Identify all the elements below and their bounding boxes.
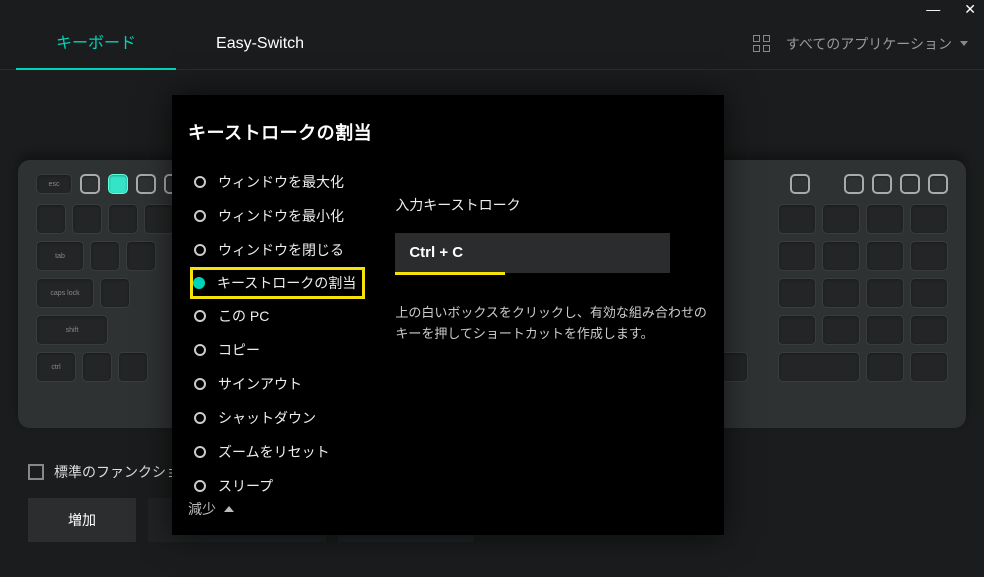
tab-keyboard[interactable]: キーボード [16, 18, 176, 70]
app-selector[interactable]: すべてのアプリケーション [786, 34, 968, 54]
radio-icon [194, 446, 206, 458]
radio-icon [194, 344, 206, 356]
app-selector-label: すべてのアプリケーション [786, 34, 952, 54]
option-keystroke-assignment[interactable]: キーストロークの割当 [190, 267, 365, 299]
option-maximize-window[interactable]: ウィンドウを最大化 [190, 165, 365, 199]
option-reset-zoom[interactable]: ズームをリセット [190, 435, 365, 469]
option-this-pc[interactable]: この PC [190, 299, 365, 333]
chevron-down-icon [960, 41, 968, 46]
option-minimize-window[interactable]: ウィンドウを最小化 [190, 199, 365, 233]
keystroke-assignment-modal: キーストロークの割当 ウィンドウを最大化 ウィンドウを最小化 ウィンドウを閉じる… [172, 95, 724, 535]
window-titlebar: — ✕ [0, 0, 984, 18]
radio-icon [194, 412, 206, 424]
top-nav: キーボード Easy-Switch すべてのアプリケーション [0, 18, 984, 70]
minimize-button[interactable]: — [926, 2, 940, 16]
input-label: 入力キーストローク [395, 195, 708, 215]
main-area: esc tab caps lock [0, 70, 984, 577]
radio-icon [193, 277, 205, 289]
checkbox-icon [28, 464, 44, 480]
radio-icon [194, 244, 206, 256]
option-close-window[interactable]: ウィンドウを閉じる [190, 233, 365, 267]
radio-icon [194, 480, 206, 492]
assignment-option-list: ウィンドウを最大化 ウィンドウを最小化 ウィンドウを閉じる キーストロークの割当… [188, 165, 365, 493]
input-help-text: 上の白いボックスをクリックし、有効な組み合わせのキーを押してショートカットを作成… [395, 303, 708, 345]
option-sign-out[interactable]: サインアウト [190, 367, 365, 401]
option-sleep[interactable]: スリープ [190, 469, 365, 493]
close-button[interactable]: ✕ [964, 2, 976, 16]
app-grid-icon[interactable] [753, 35, 770, 52]
option-shutdown[interactable]: シャットダウン [190, 401, 365, 435]
keystroke-input[interactable]: Ctrl + C [395, 233, 670, 273]
radio-icon [194, 310, 206, 322]
keystroke-input-pane: 入力キーストローク Ctrl + C 上の白いボックスをクリックし、有効な組み合… [395, 165, 708, 493]
option-copy[interactable]: コピー [190, 333, 365, 367]
collapse-label: 減少 [188, 499, 216, 519]
chevron-up-icon [224, 506, 234, 512]
collapse-button[interactable]: 減少 [188, 493, 708, 519]
radio-icon [194, 378, 206, 390]
radio-icon [194, 210, 206, 222]
tab-easy-switch[interactable]: Easy-Switch [176, 18, 344, 70]
modal-title: キーストロークの割当 [188, 119, 708, 145]
radio-icon [194, 176, 206, 188]
add-button[interactable]: 増加 [28, 498, 136, 542]
